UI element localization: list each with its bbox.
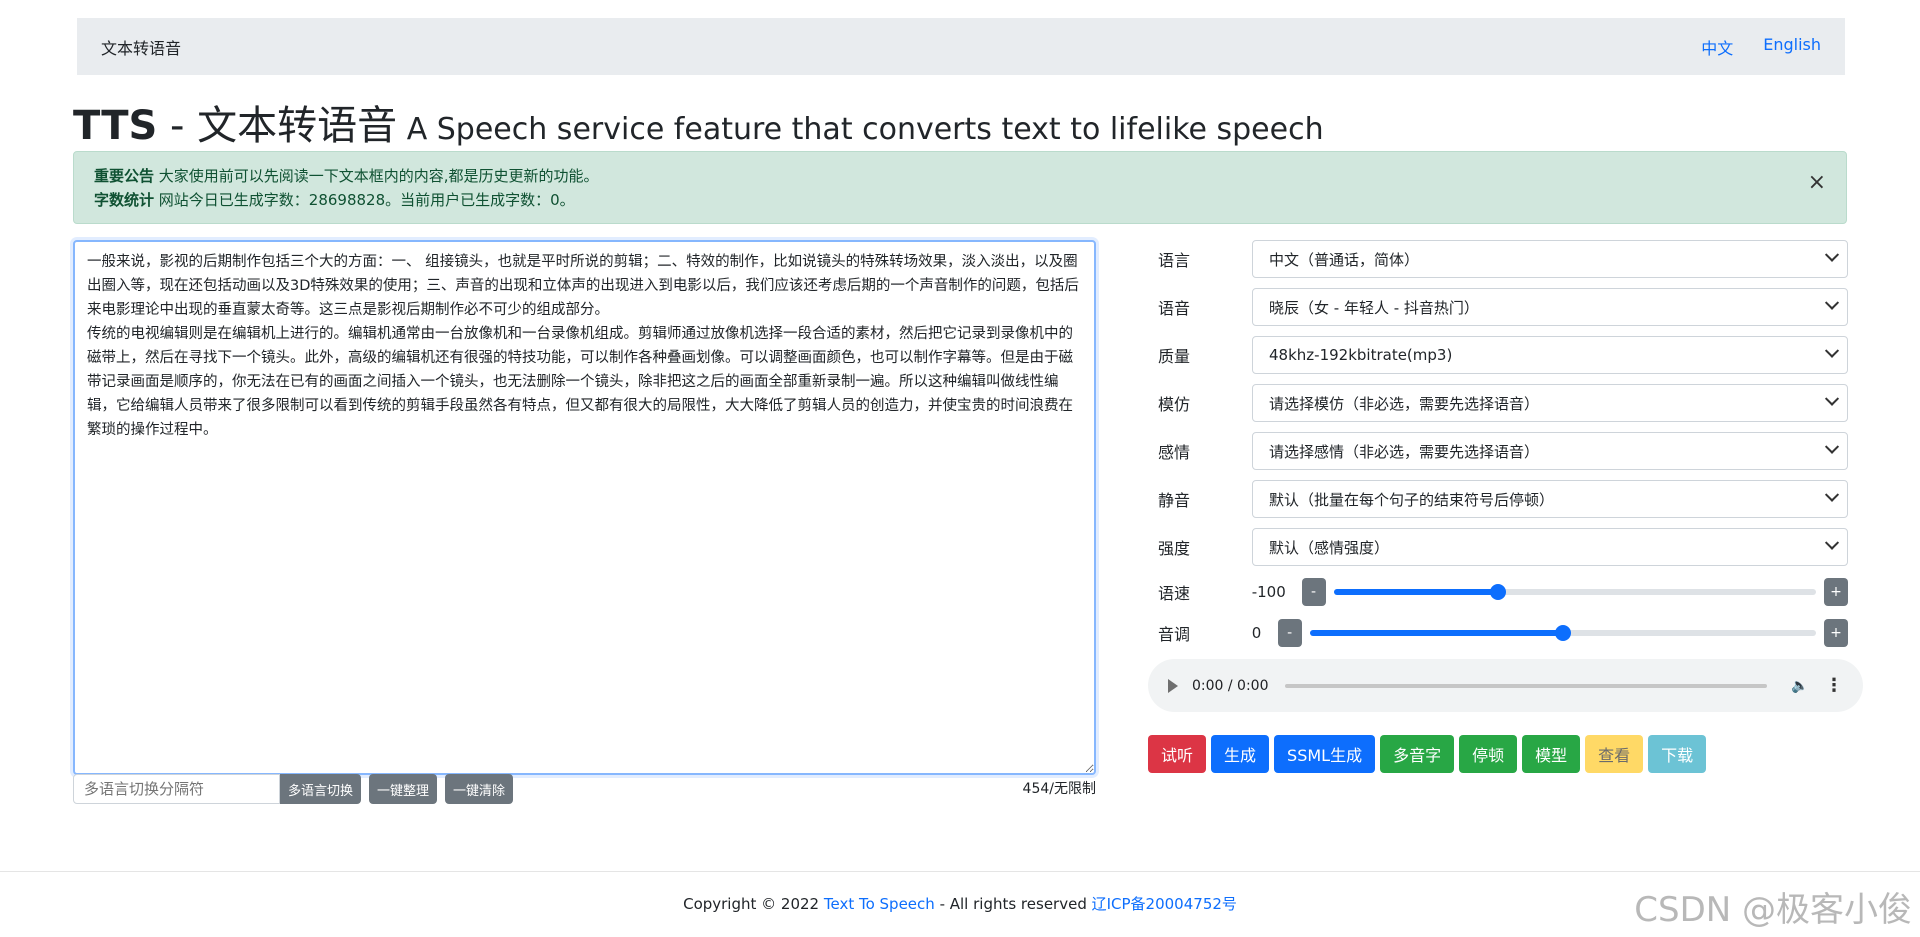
footer: Copyright © 2022 Text To Speech - All ri… [0, 893, 1920, 914]
audio-progress-bar[interactable] [1284, 683, 1767, 688]
notice-alert: 重要公告 大家使用前可以先阅读一下文本框内的内容,都是历史更新的功能。 字数统计… [73, 151, 1847, 224]
audio-time: 0:00 / 0:00 [1192, 677, 1269, 694]
pitch-slider[interactable] [1309, 625, 1817, 641]
chevron-down-icon [1824, 535, 1840, 550]
more-options-icon[interactable]: ⋮ [1825, 675, 1843, 696]
ssml-generate-button[interactable]: SSML生成 [1274, 735, 1376, 773]
polyphone-button[interactable]: 多音字 [1380, 735, 1455, 773]
emotion-value: 请选择感情（非必选，需要先选择语音） [1269, 442, 1540, 461]
chevron-down-icon [1824, 439, 1840, 454]
navbar-brand[interactable]: 文本转语音 [101, 35, 181, 59]
alert-line-stats: 字数统计 网站今日已生成字数：28698828。当前用户已生成字数：0。 [94, 188, 1826, 212]
footer-site-link[interactable]: Text To Speech [824, 895, 935, 913]
volume-icon[interactable]: 🔈 [1791, 679, 1808, 693]
chevron-down-icon [1824, 247, 1840, 262]
language-row: 语言 中文（普通话，简体） [1156, 240, 1848, 278]
intensity-row: 强度 默认（感情强度） [1156, 528, 1848, 566]
title-subtitle: A Speech service feature that converts t… [397, 112, 1324, 147]
clear-button[interactable]: 一键清除 [445, 774, 514, 804]
voice-select[interactable]: 晓辰（女 - 年轻人 - 抖音热门） [1252, 288, 1848, 326]
footer-rights: - All rights reserved [934, 895, 1092, 913]
multi-language-switch-button[interactable]: 多语言切换 [280, 774, 362, 804]
footer-icp-link[interactable]: 辽ICP备20004752号 [1092, 895, 1237, 913]
pitch-row: 音调 0 - + [1156, 618, 1848, 648]
download-button[interactable]: 下载 [1648, 735, 1707, 773]
speed-increase-button[interactable]: + [1824, 578, 1848, 606]
alert-stats-label: 字数统计 [94, 191, 155, 209]
voice-value: 晓辰（女 - 年轻人 - 抖音热门） [1269, 298, 1479, 317]
pitch-decrease-button[interactable]: - [1277, 619, 1302, 647]
pause-button[interactable]: 停顿 [1459, 735, 1518, 773]
speed-slider[interactable] [1333, 584, 1817, 600]
quality-row: 质量 48khz-192kbitrate(mp3) [1156, 336, 1848, 374]
imitate-row: 模仿 请选择模仿（非必选，需要先选择语音） [1156, 384, 1848, 422]
chevron-down-icon [1824, 487, 1840, 502]
language-value: 中文（普通话，简体） [1269, 250, 1420, 269]
pitch-slider-thumb[interactable] [1554, 625, 1571, 641]
voice-row: 语音 晓辰（女 - 年轻人 - 抖音热门） [1156, 288, 1848, 326]
pitch-label: 音调 [1158, 625, 1191, 644]
emotion-label: 感情 [1158, 443, 1191, 462]
speed-label: 语速 [1158, 584, 1191, 603]
emotion-row: 感情 请选择感情（非必选，需要先选择语音） [1156, 432, 1848, 470]
alert-notice-text: 大家使用前可以先阅读一下文本框内的内容,都是历史更新的功能。 [154, 167, 599, 185]
intensity-select[interactable]: 默认（感情强度） [1252, 528, 1848, 566]
imitate-label: 模仿 [1158, 395, 1191, 414]
lang-link-english[interactable]: English [1763, 35, 1821, 59]
alert-close-icon[interactable]: × [1808, 172, 1826, 194]
pitch-increase-button[interactable]: + [1824, 619, 1848, 647]
watermark: CSDN @极客小俊 [1634, 890, 1912, 930]
tidy-button[interactable]: 一键整理 [369, 774, 438, 804]
pitch-slider-fill [1309, 630, 1563, 636]
separator-input[interactable] [73, 774, 280, 804]
footer-copyright: Copyright © 2022 [683, 895, 824, 913]
silence-value: 默认（批量在每个句子的结束符号后停顿） [1269, 490, 1555, 509]
voice-label: 语音 [1158, 299, 1191, 318]
silence-select[interactable]: 默认（批量在每个句子的结束符号后停顿） [1252, 480, 1848, 518]
speed-value: -100 [1251, 583, 1286, 601]
imitate-select[interactable]: 请选择模仿（非必选，需要先选择语音） [1252, 384, 1848, 422]
quality-value: 48khz-192kbitrate(mp3) [1269, 346, 1453, 364]
page-title: TTS - 文本转语音 A Speech service feature tha… [73, 93, 1324, 151]
preview-button[interactable]: 试听 [1148, 735, 1207, 773]
silence-label: 静音 [1158, 491, 1191, 510]
chevron-down-icon [1824, 295, 1840, 310]
view-button[interactable]: 查看 [1585, 735, 1644, 773]
audio-player: 0:00 / 0:00 🔈 ⋮ [1148, 659, 1863, 712]
lang-link-chinese[interactable]: 中文 [1701, 35, 1733, 59]
title-tts: TTS [73, 103, 158, 149]
emotion-select[interactable]: 请选择感情（非必选，需要先选择语音） [1252, 432, 1848, 470]
model-button[interactable]: 模型 [1522, 735, 1581, 773]
pitch-value: 0 [1251, 624, 1262, 642]
quality-select[interactable]: 48khz-192kbitrate(mp3) [1252, 336, 1848, 374]
generate-button[interactable]: 生成 [1211, 735, 1270, 773]
chevron-down-icon [1824, 391, 1840, 406]
silence-row: 静音 默认（批量在每个句子的结束符号后停顿） [1156, 480, 1848, 518]
alert-notice-label: 重要公告 [94, 167, 155, 185]
speed-slider-fill [1333, 589, 1498, 595]
footer-divider [0, 871, 1920, 872]
char-count: 454/无限制 [1022, 781, 1096, 797]
title-chinese: 文本转语音 [197, 103, 398, 149]
alert-line-notice: 重要公告 大家使用前可以先阅读一下文本框内的内容,都是历史更新的功能。 [94, 164, 1826, 188]
intensity-value: 默认（感情强度） [1269, 538, 1390, 557]
action-buttons: 试听 生成 SSML生成 多音字 停顿 模型 查看 下载 [1148, 735, 1707, 773]
top-navbar: 文本转语音 中文 English [77, 18, 1845, 75]
speed-row: 语速 -100 - + [1156, 577, 1848, 607]
speed-decrease-button[interactable]: - [1301, 578, 1326, 606]
text-input-area[interactable] [73, 240, 1096, 775]
language-links: 中文 English [1701, 35, 1821, 59]
imitate-value: 请选择模仿（非必选，需要先选择语音） [1269, 394, 1540, 413]
language-label: 语言 [1158, 251, 1191, 270]
play-icon[interactable] [1168, 678, 1178, 693]
editor-toolbar: 多语言切换 一键整理 一键清除 454/无限制 [73, 774, 1096, 804]
intensity-label: 强度 [1158, 539, 1191, 558]
quality-label: 质量 [1158, 347, 1191, 366]
title-dash: - [157, 103, 198, 149]
chevron-down-icon [1824, 343, 1840, 358]
speed-slider-thumb[interactable] [1489, 584, 1506, 600]
alert-stats-text: 网站今日已生成字数：28698828。当前用户已生成字数：0。 [154, 191, 575, 209]
language-select[interactable]: 中文（普通话，简体） [1252, 240, 1848, 278]
